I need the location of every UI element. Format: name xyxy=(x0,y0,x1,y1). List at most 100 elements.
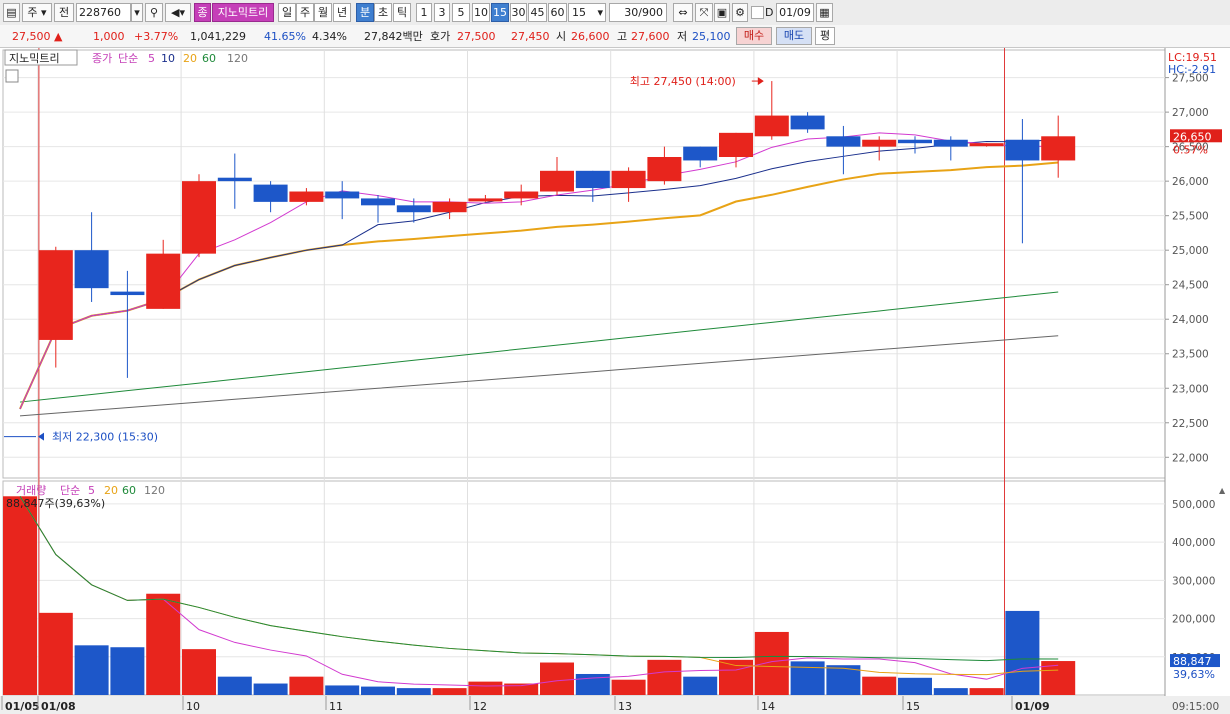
volume-bar xyxy=(325,685,360,695)
period-3-button[interactable]: 년 xyxy=(333,3,351,22)
period-0-button[interactable]: 일 xyxy=(278,3,296,22)
interval-45-button[interactable]: 45 xyxy=(528,3,547,22)
candle-body xyxy=(146,253,181,309)
period-1-button[interactable]: 주 xyxy=(296,3,314,22)
x-axis-label: 15 xyxy=(906,700,920,713)
price-tick-label: 22,500 xyxy=(1172,418,1209,430)
volume-bar xyxy=(217,676,252,695)
volume-bar xyxy=(969,688,1004,695)
zoom-icon[interactable]: ⇔ xyxy=(673,3,693,22)
pattern-icon[interactable]: ⤧ xyxy=(695,3,713,22)
candle-body xyxy=(611,170,646,189)
price-legend-item: 단순 xyxy=(118,52,138,65)
volume: 1,041,229 xyxy=(190,30,246,43)
bid-price: 27,450 xyxy=(511,30,550,43)
price-tick-label: 25,500 xyxy=(1172,211,1209,223)
candle-body xyxy=(361,198,395,206)
code-dropdown-icon[interactable]: ▾ xyxy=(131,3,143,22)
speaker-icon[interactable]: ◀▾ xyxy=(165,3,191,22)
volume-bar xyxy=(38,612,73,695)
candle-body xyxy=(432,201,467,213)
ask-label: 호가 xyxy=(430,30,451,43)
candle-body xyxy=(74,250,109,289)
volume-bar xyxy=(933,688,968,695)
price-tick-label: 24,000 xyxy=(1172,314,1209,326)
price-tick-label: 25,000 xyxy=(1172,245,1209,257)
price-tick-label: 27,000 xyxy=(1172,107,1209,119)
x-axis-label: 12 xyxy=(473,700,487,713)
save-icon[interactable]: ▣ xyxy=(714,3,730,22)
volume-bar xyxy=(1005,610,1040,695)
volume-last-tag-label: 88,847 xyxy=(1173,655,1212,668)
x-axis-label: 01/05 xyxy=(5,700,40,713)
period-4-button[interactable]: 분 xyxy=(356,3,374,22)
candle-body xyxy=(468,198,503,202)
low-annotation: 최저 22,300 (15:30) xyxy=(52,431,158,444)
volume-bar xyxy=(396,688,431,695)
period-5-button[interactable]: 초 xyxy=(374,3,392,22)
interval-10-button[interactable]: 10 xyxy=(472,3,490,22)
turnover-rate: 4.34% xyxy=(312,30,347,43)
candle-body xyxy=(182,181,216,254)
candle-body xyxy=(38,250,73,340)
candle-body xyxy=(110,291,145,296)
candle-body xyxy=(575,170,610,189)
volume-bar xyxy=(611,679,646,695)
candle-body xyxy=(933,139,968,147)
candle-body xyxy=(647,157,682,182)
volume-ratio: 41.65% xyxy=(264,30,306,43)
interval-15-button[interactable]: 15 xyxy=(491,3,509,22)
ask-price: 27,500 xyxy=(457,30,496,43)
sell-button[interactable]: 매도 xyxy=(776,27,812,45)
period-6-button[interactable]: 틱 xyxy=(393,3,411,22)
candle-body xyxy=(754,115,789,137)
avg-button[interactable]: 평 xyxy=(815,27,835,45)
interval-60-button[interactable]: 60 xyxy=(548,3,567,22)
candle-body xyxy=(504,191,539,199)
price-tick-label: 23,500 xyxy=(1172,349,1209,361)
market-select[interactable]: 주 ▾ xyxy=(22,3,52,22)
price-legend-item: 종가 xyxy=(92,52,112,65)
interval-5-button[interactable]: 5 xyxy=(452,3,470,22)
volume-legend-item: 거래량 xyxy=(16,484,46,497)
count-input[interactable]: 30/900 xyxy=(609,3,667,22)
x-axis-label: 13 xyxy=(618,700,632,713)
interval-select-value: 15 xyxy=(572,6,586,19)
interval-1-button[interactable]: 1 xyxy=(416,3,432,22)
volume-bar xyxy=(468,681,503,695)
stock-chart[interactable]: 27,50027,00026,50026,00025,50025,00024,5… xyxy=(0,48,1230,714)
open-label: 시 xyxy=(556,30,567,43)
date-checkbox[interactable] xyxy=(751,6,764,19)
change-rate: +3.77% xyxy=(134,30,179,43)
calendar-icon[interactable]: ▦ xyxy=(816,3,833,22)
volume-tick-label: 200,000 xyxy=(1172,614,1215,626)
candle-body xyxy=(1041,136,1076,161)
volume-bar xyxy=(289,676,324,695)
time-label: 09:15:00 xyxy=(1172,701,1219,713)
prev-button[interactable]: 전 xyxy=(54,3,74,22)
x-axis-label: 10 xyxy=(186,700,200,713)
market-select-value: 주 xyxy=(27,6,38,19)
low-label: 저 xyxy=(677,30,688,43)
volume-bar xyxy=(361,686,395,695)
volume-bar xyxy=(898,677,932,695)
candle-body xyxy=(540,170,574,192)
candle-body xyxy=(217,177,252,182)
price-tick-label: 22,000 xyxy=(1172,452,1209,464)
interval-3-button[interactable]: 3 xyxy=(434,3,450,22)
period-2-button[interactable]: 월 xyxy=(314,3,332,22)
search-icon[interactable]: ⚲ xyxy=(145,3,163,22)
interval-select[interactable]: 15 ▾ xyxy=(568,3,606,22)
gear-icon[interactable]: ⚙ xyxy=(732,3,748,22)
volume-bar xyxy=(110,647,145,695)
buy-button[interactable]: 매수 xyxy=(736,27,772,45)
stock-code-input[interactable]: 228760 xyxy=(76,3,131,22)
layout-icon[interactable]: ▤ xyxy=(3,3,20,22)
stock-badge: 종 xyxy=(194,3,211,22)
price-change: 1,000 xyxy=(93,30,125,43)
volume-tick-label: 500,000 xyxy=(1172,499,1215,511)
date-input[interactable]: 01/09 xyxy=(776,3,814,22)
price-legend-item: 5 xyxy=(148,52,155,65)
interval-30-button[interactable]: 30 xyxy=(510,3,527,22)
volume-legend-item: 120 xyxy=(144,484,165,497)
